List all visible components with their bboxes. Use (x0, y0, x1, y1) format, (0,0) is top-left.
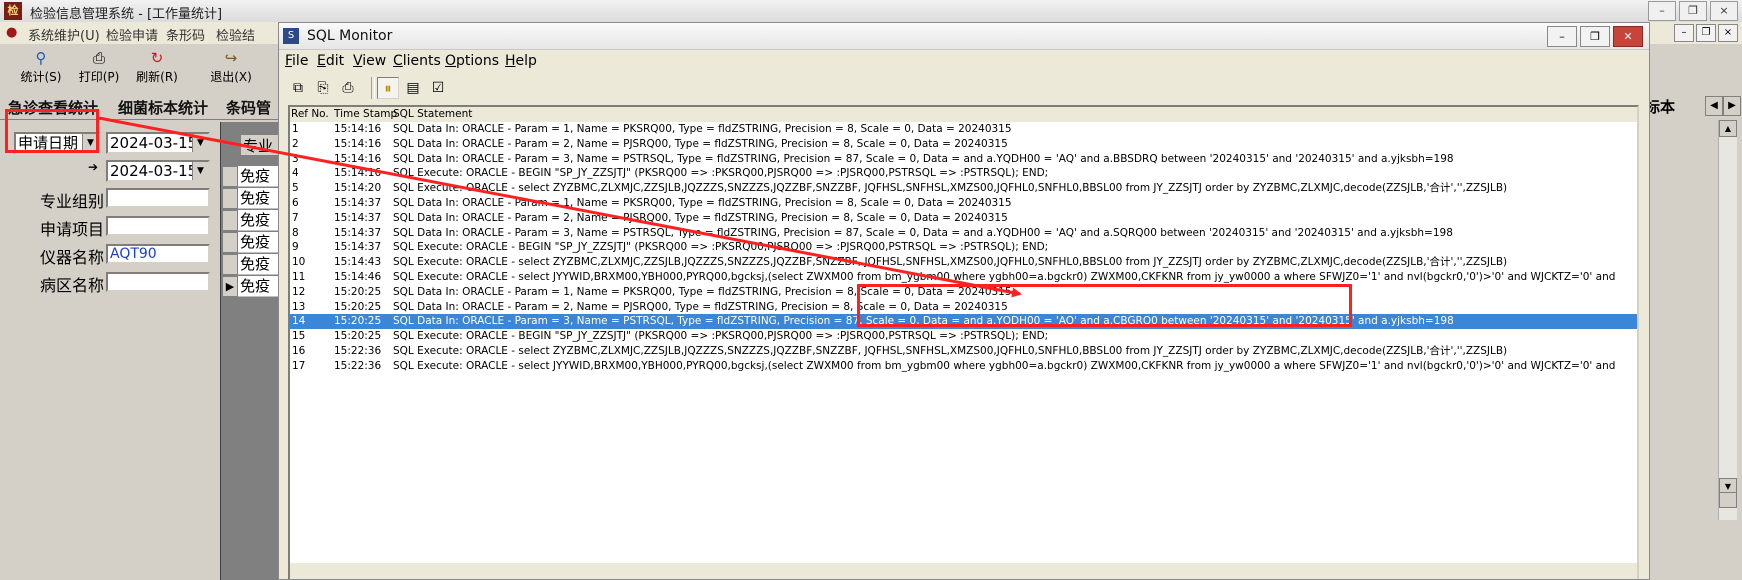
annotation-arrow-line (98, 116, 1022, 298)
annotation-arrow (98, 116, 1022, 298)
